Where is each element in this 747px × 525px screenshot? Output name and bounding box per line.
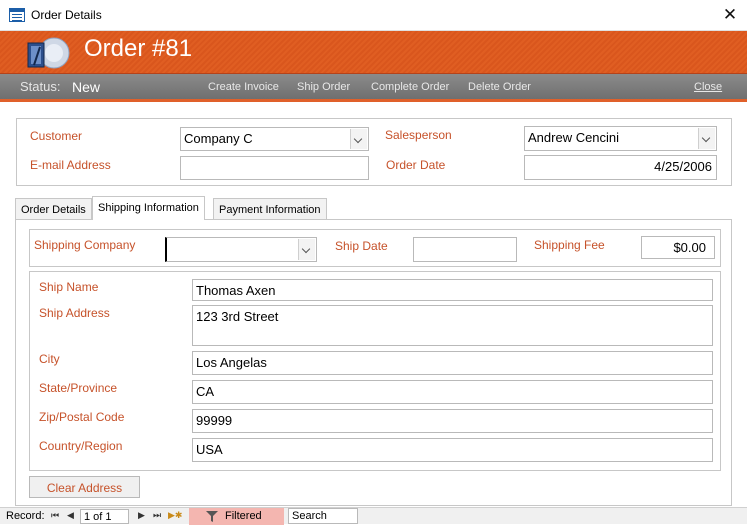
- create-invoice-button[interactable]: Create Invoice: [208, 81, 279, 93]
- window-title: Order Details: [31, 8, 102, 22]
- chevron-down-icon[interactable]: [298, 239, 315, 260]
- country-field[interactable]: USA: [192, 438, 713, 462]
- next-record-icon[interactable]: ▶: [138, 510, 145, 521]
- customer-combo[interactable]: Company C: [180, 127, 369, 151]
- clear-address-button[interactable]: Clear Address: [29, 476, 140, 498]
- ship-address-field[interactable]: 123 3rd Street: [192, 305, 713, 346]
- email-field[interactable]: [180, 156, 369, 180]
- email-label: E-mail Address: [30, 158, 111, 172]
- record-position-field[interactable]: 1 of 1: [80, 509, 129, 524]
- filter-toggle[interactable]: Filtered: [189, 508, 284, 525]
- search-input[interactable]: Search: [288, 508, 358, 524]
- ship-address-label: Ship Address: [39, 306, 110, 320]
- ship-name-field[interactable]: Thomas Axen: [192, 279, 713, 301]
- close-form-button[interactable]: Close: [694, 81, 722, 93]
- salesperson-value: Andrew Cencini: [528, 130, 620, 145]
- salesperson-combo[interactable]: Andrew Cencini: [524, 126, 717, 151]
- shipping-fee-label: Shipping Fee: [534, 238, 605, 252]
- title-bar: Order Details ✕: [0, 0, 747, 31]
- city-field[interactable]: Los Angelas: [192, 351, 713, 375]
- customer-label: Customer: [30, 129, 83, 143]
- last-record-icon[interactable]: ⏭: [153, 510, 161, 521]
- form-icon: [9, 8, 25, 22]
- ship-date-label: Ship Date: [335, 239, 388, 253]
- order-date-label: Order Date: [386, 158, 446, 172]
- status-label: Status:: [20, 79, 61, 94]
- order-title: Order #81: [84, 35, 193, 62]
- funnel-icon: [206, 511, 218, 522]
- record-label: Record:: [6, 510, 45, 522]
- shipping-company-combo[interactable]: [165, 237, 317, 262]
- ship-name-label: Ship Name: [39, 280, 99, 294]
- zip-label: Zip/Postal Code: [39, 410, 125, 424]
- order-logo-icon: [27, 37, 70, 69]
- ship-date-field[interactable]: [413, 237, 517, 262]
- customer-value: Company C: [184, 131, 253, 146]
- delete-order-button[interactable]: Delete Order: [468, 81, 531, 93]
- new-record-icon[interactable]: ▶✱: [168, 510, 182, 521]
- shipping-fee-field[interactable]: $0.00: [641, 236, 715, 259]
- complete-order-button[interactable]: Complete Order: [371, 81, 449, 93]
- form-header: Order #81: [0, 31, 747, 74]
- window-close-button[interactable]: ✕: [719, 4, 741, 26]
- chevron-down-icon[interactable]: [350, 129, 367, 149]
- record-navigator: Record: ⏮ ◀ 1 of 1 ▶ ⏭ ▶✱ Filtered Searc…: [0, 507, 747, 525]
- tab-order-details[interactable]: Order Details: [15, 198, 92, 220]
- chevron-down-icon[interactable]: [698, 128, 715, 149]
- city-label: City: [39, 352, 60, 366]
- tab-shipping-information[interactable]: Shipping Information: [92, 196, 205, 220]
- first-record-icon[interactable]: ⏮: [51, 510, 59, 521]
- ship-order-button[interactable]: Ship Order: [297, 81, 350, 93]
- status-value: New: [72, 79, 101, 95]
- state-label: State/Province: [39, 381, 118, 395]
- state-field[interactable]: CA: [192, 380, 713, 404]
- filtered-label: Filtered: [225, 510, 262, 522]
- salesperson-label: Salesperson: [385, 128, 452, 142]
- zip-field[interactable]: 99999: [192, 409, 713, 433]
- tab-payment-information[interactable]: Payment Information: [213, 198, 327, 220]
- order-date-field[interactable]: 4/25/2006: [524, 155, 717, 180]
- country-label: Country/Region: [39, 439, 123, 453]
- status-toolbar: Status: New Create Invoice Ship Order Co…: [0, 74, 747, 102]
- prev-record-icon[interactable]: ◀: [67, 510, 74, 521]
- shipping-company-label: Shipping Company: [34, 238, 136, 252]
